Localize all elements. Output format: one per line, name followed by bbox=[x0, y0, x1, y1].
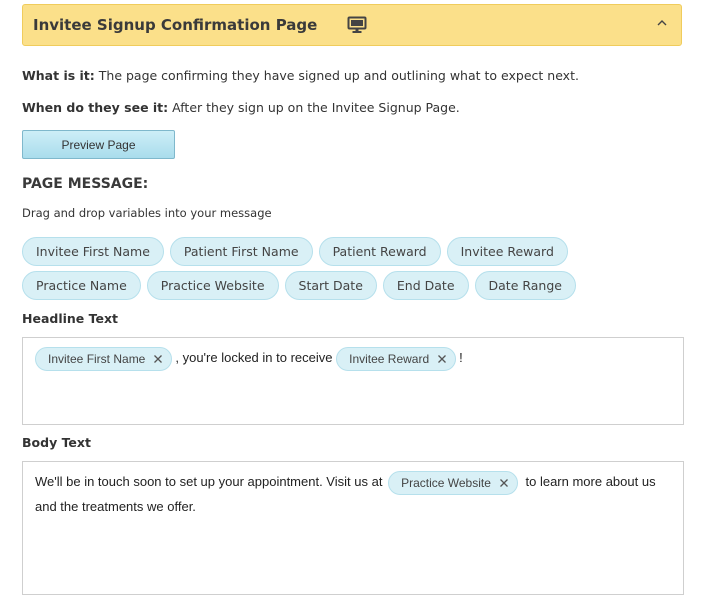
headline-tag-invitee-first-name[interactable]: Invitee First Name bbox=[35, 346, 173, 371]
tag-label: Practice Website bbox=[401, 475, 491, 490]
variable-chip-invitee-reward[interactable]: Invitee Reward bbox=[446, 237, 568, 266]
when-label: When do they see it: bbox=[22, 100, 169, 115]
drag-drop-hint: Drag and drop variables into your messag… bbox=[22, 206, 272, 220]
what-label: What is it: bbox=[22, 68, 95, 83]
variable-chips: Invitee First Name Patient First Name Pa… bbox=[22, 237, 682, 300]
monitor-icon bbox=[347, 16, 367, 34]
headline-label: Headline Text bbox=[22, 311, 119, 326]
body-label: Body Text bbox=[22, 435, 91, 450]
close-icon[interactable] bbox=[437, 354, 447, 364]
body-editor[interactable]: We'll be in touch soon to set up your ap… bbox=[22, 461, 684, 595]
headline-text-middle: , you're locked in to receive bbox=[175, 350, 333, 365]
what-text: The page confirming they have signed up … bbox=[94, 68, 579, 83]
preview-page-button[interactable]: Preview Page bbox=[22, 130, 175, 159]
close-icon[interactable] bbox=[499, 478, 509, 488]
chevron-up-icon[interactable] bbox=[655, 16, 669, 30]
tag-label: Invitee Reward bbox=[349, 351, 430, 366]
what-is-it-line: What is it: The page confirming they hav… bbox=[22, 68, 579, 83]
variable-chip-patient-reward[interactable]: Patient Reward bbox=[318, 237, 441, 266]
body-tag-practice-website[interactable]: Practice Website bbox=[388, 470, 518, 495]
variable-chip-end-date[interactable]: End Date bbox=[382, 271, 469, 300]
page-message-title: PAGE MESSAGE: bbox=[22, 176, 149, 192]
variable-chip-invitee-first-name[interactable]: Invitee First Name bbox=[22, 237, 164, 266]
headline-tag-invitee-reward[interactable]: Invitee Reward bbox=[336, 346, 457, 371]
when-text: After they sign up on the Invitee Signup… bbox=[168, 100, 460, 115]
variable-chip-patient-first-name[interactable]: Patient First Name bbox=[169, 237, 313, 266]
variable-chip-date-range[interactable]: Date Range bbox=[474, 271, 576, 300]
variable-chip-practice-website[interactable]: Practice Website bbox=[146, 271, 279, 300]
variable-chip-start-date[interactable]: Start Date bbox=[284, 271, 377, 300]
headline-editor[interactable]: Invitee First Name , you're locked in to … bbox=[22, 337, 684, 425]
section-header[interactable]: Invitee Signup Confirmation Page bbox=[22, 4, 682, 46]
section-title: Invitee Signup Confirmation Page bbox=[33, 16, 318, 34]
tag-label: Invitee First Name bbox=[48, 351, 146, 366]
body-text-start: We'll be in touch soon to set up your ap… bbox=[35, 474, 383, 489]
close-icon[interactable] bbox=[153, 354, 163, 364]
headline-text-end: ! bbox=[459, 350, 463, 365]
when-line: When do they see it: After they sign up … bbox=[22, 100, 460, 115]
variable-chip-practice-name[interactable]: Practice Name bbox=[22, 271, 141, 300]
